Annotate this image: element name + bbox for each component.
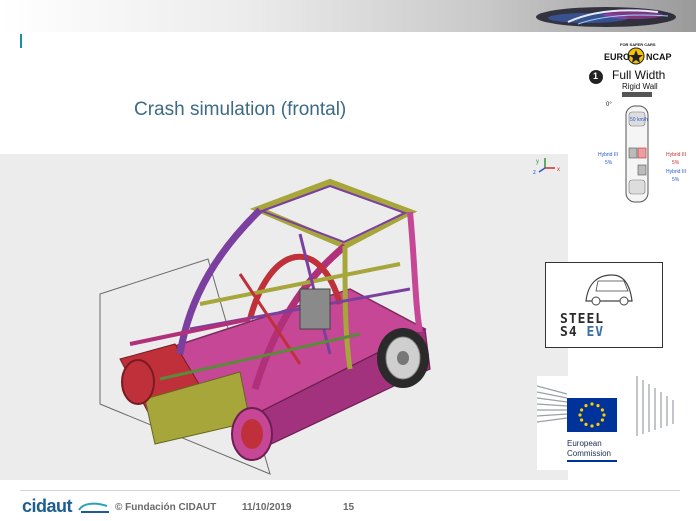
cidaut-logo: cidaut	[22, 496, 111, 517]
ncap-wall-label: Rigid Wall	[622, 82, 658, 91]
steel-s4-ev-logo: STEEL S4 EV	[545, 262, 663, 348]
ncap-speed: 50 km/h	[630, 117, 648, 123]
ncap-dummy-right-bottom-pct: 5%	[672, 177, 680, 183]
title-accent-bar	[20, 34, 22, 48]
seat-block	[299, 288, 331, 330]
ncap-dummy-left-pct: 5%	[605, 160, 613, 166]
roof-frame-inner	[259, 184, 408, 244]
eu-logo-line1: European	[567, 439, 602, 448]
axis-y-label: y	[536, 159, 539, 165]
wheel-icon	[377, 328, 429, 388]
car-outline-icon	[585, 274, 633, 306]
front-wheel-left	[121, 359, 155, 405]
steel-logo-text: STEEL S4 EV	[560, 313, 604, 339]
european-commission-logo: European Commission	[537, 376, 681, 470]
c-pillar	[407, 211, 423, 333]
top-banner	[0, 0, 696, 32]
axis-x-label: x	[557, 167, 560, 173]
steel-logo-s4: S4	[560, 325, 578, 340]
cidaut-logo-text: cidaut	[22, 496, 73, 516]
slide-title: Crash simulation (frontal)	[134, 99, 347, 120]
ncap-dummy-right-bottom: Hybrid III	[666, 169, 687, 175]
ncap-test-number: 1	[593, 71, 599, 81]
ncap-badge-right: NCAP	[646, 52, 672, 62]
ncap-dummy-left: Hybrid III	[598, 152, 619, 158]
footer-copyright: © Fundación CIDAUT	[115, 502, 217, 513]
page-number: 15	[343, 502, 355, 513]
ncap-arc-text: FOR SAFER CARS	[620, 42, 656, 47]
eu-logo-text: European Commission	[567, 439, 611, 459]
axis-z-label: z	[533, 170, 536, 176]
slide: Crash simulation (frontal) y z x FOR SAF…	[0, 0, 696, 521]
steel-logo-ev: EV	[586, 325, 605, 340]
ncap-test-name: Full Width	[612, 68, 666, 82]
eu-logo-line2: Commission	[567, 449, 612, 458]
footer-divider	[20, 490, 680, 491]
roof-frame	[249, 178, 418, 250]
ncap-dummy-right-top: Hybrid III	[666, 152, 687, 158]
footer-date: 11/10/2019	[242, 502, 292, 513]
euro-ncap-diagram: FOR SAFER CARS EURO NCAP 1 Full Width Ri…	[582, 40, 694, 218]
crash-simulation-image: y z x	[99, 158, 560, 475]
ncap-angle: 0°	[606, 102, 612, 108]
axis-triad-icon: y z x	[533, 158, 560, 176]
cidaut-car-icon	[77, 502, 109, 514]
ncap-badge-left: EURO	[604, 52, 631, 62]
event-logo-icon	[536, 7, 676, 27]
ncap-dummy-right-top-pct: 5%	[672, 160, 680, 166]
